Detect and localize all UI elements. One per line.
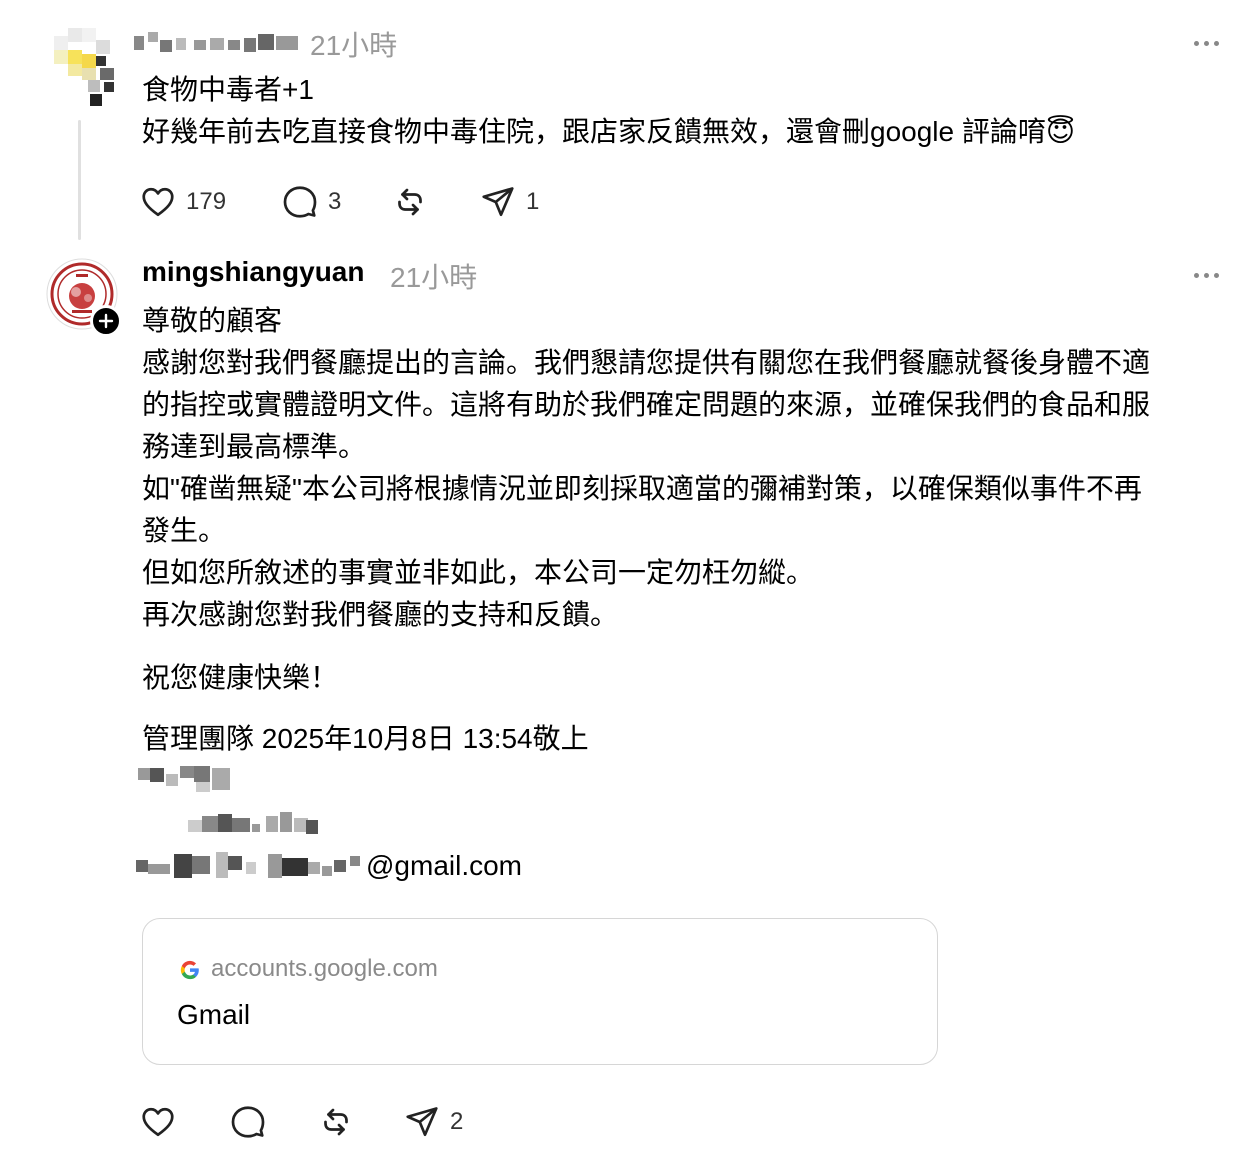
reply-button[interactable]: 3 [282, 180, 341, 224]
thread-line [78, 120, 81, 240]
link-title: Gmail [177, 999, 251, 1030]
post-text-line: 再次感謝您對我們餐廳的支持和反饋。 [142, 599, 619, 630]
post-timestamp: 21小時 [310, 30, 398, 61]
post-actions: 179 3 1 [140, 180, 560, 224]
post-text-line: 務達到最高標準。 [142, 431, 367, 462]
follow-plus-button[interactable] [90, 305, 122, 337]
post-text-line: 如"確凿無疑"本公司將根據情況並即刻採取適當的彌補對策，以確保類似事件不再 [142, 473, 1142, 504]
more-icon[interactable] [1194, 38, 1224, 48]
post-text-line: 發生。 [142, 515, 227, 546]
share-button[interactable]: 1 [480, 180, 539, 224]
heart-icon [142, 1107, 174, 1137]
avatar-blurred[interactable] [48, 22, 124, 108]
google-g-icon [180, 960, 199, 980]
link-preview-card[interactable]: accounts.google.com Gmail [142, 918, 938, 1065]
username[interactable]: mingshiangyuan [142, 256, 364, 288]
redacted-text [138, 764, 234, 794]
share-button[interactable]: 2 [404, 1100, 463, 1144]
repost-icon [324, 1108, 348, 1136]
redacted-text [188, 808, 322, 838]
repost-button[interactable] [318, 1100, 354, 1144]
plus-icon [98, 313, 114, 329]
post-text-line: 食物中毒者+1 [142, 74, 314, 105]
repost-button[interactable] [392, 180, 428, 224]
post-text-line: 好幾年前去吃直接食物中毒住院，跟店家反饋無效，還會刪google 評論唷😇 [142, 116, 1076, 147]
link-domain: accounts.google.com [211, 955, 438, 982]
like-count: 179 [186, 188, 227, 215]
post-text-line: 的指控或實體證明文件。這將有助於我們確定問題的來源，並確保我們的食品和服 [142, 389, 1151, 420]
post-closing: 祝您健康快樂！ [142, 662, 339, 693]
post-text-line: 尊敬的顧客 [142, 305, 283, 336]
share-icon [482, 187, 514, 217]
post-actions: 2 [140, 1100, 500, 1144]
reply-count: 3 [328, 188, 342, 215]
username-blurred[interactable]: ▘▝▖ ▗▞▟▆ [134, 28, 300, 56]
post-timestamp: 21小時 [390, 262, 478, 293]
like-button[interactable]: 179 [140, 180, 226, 224]
like-button[interactable] [140, 1100, 176, 1144]
share-count: 1 [526, 188, 540, 215]
share-count: 2 [450, 1108, 464, 1135]
repost-icon [398, 188, 422, 216]
heart-icon [142, 187, 174, 217]
email-domain: @gmail.com [366, 850, 523, 881]
post-text-line: 感謝您對我們餐廳提出的言論。我們懇請您提供有關您在我們餐廳就餐後身體不適 [142, 347, 1151, 378]
share-icon [406, 1107, 438, 1137]
more-icon[interactable] [1194, 270, 1224, 280]
post-text-line: 但如您所敘述的事實並非如此，本公司一定勿枉勿縱。 [142, 557, 815, 588]
comment-icon [231, 1106, 265, 1138]
comment-icon [283, 186, 317, 218]
post-signature: 管理團隊 2025年10月8日 13:54敬上 [142, 723, 589, 754]
reply-button[interactable] [230, 1100, 266, 1144]
redacted-email-prefix [136, 850, 364, 882]
